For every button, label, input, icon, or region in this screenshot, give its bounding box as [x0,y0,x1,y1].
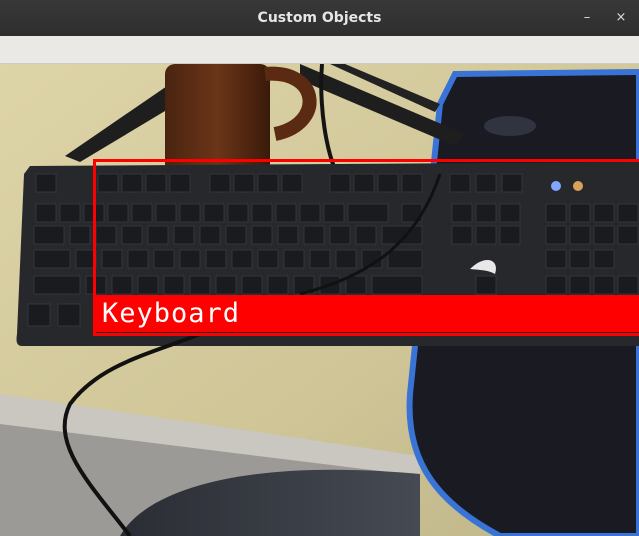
minimize-button[interactable]: – [577,8,597,28]
detection-label: Keyboard [93,295,639,332]
title-bar[interactable]: Custom Objects – × [0,0,639,36]
detection-label-text: Keyboard [102,298,241,329]
app-window: Custom Objects – × Keyboard [0,0,639,536]
close-button[interactable]: × [611,8,631,28]
toolbar [0,36,639,64]
window-title: Custom Objects [257,10,382,26]
camera-view: Keyboard [0,64,639,536]
mug [165,64,270,174]
mouse [484,116,536,136]
